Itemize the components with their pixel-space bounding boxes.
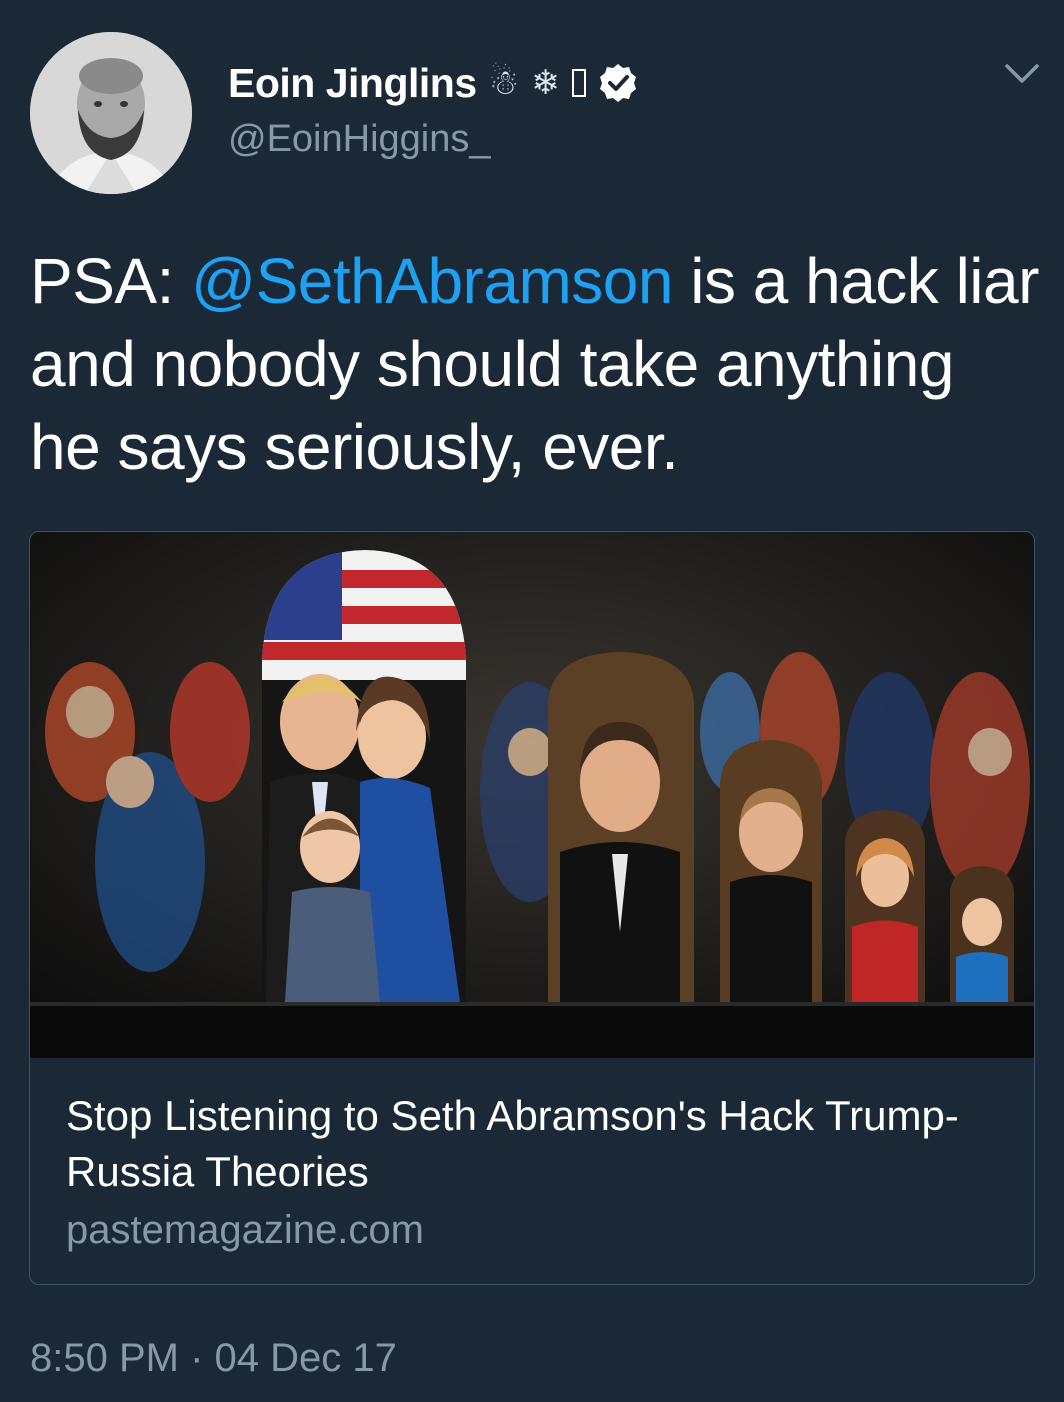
avatar[interactable] xyxy=(30,32,192,194)
user-handle[interactable]: @EoinHiggins_ xyxy=(228,118,491,161)
tweet-text: PSA: @SethAbramson is a hack liar and no… xyxy=(30,240,1040,489)
display-name[interactable]: Eoin Jinglins xyxy=(228,60,477,107)
card-title[interactable]: Stop Listening to Seth Abramson's Hack T… xyxy=(66,1088,996,1200)
card-image[interactable] xyxy=(30,532,1034,1058)
verified-badge-icon xyxy=(599,64,636,102)
timestamp[interactable]: 8:50 PM · 04 Dec 17 xyxy=(30,1336,397,1381)
name-row: Eoin Jinglins ☃ ❄ xyxy=(228,58,638,108)
card-domain: pastemagazine.com xyxy=(66,1208,424,1252)
timestamp-separator: · xyxy=(190,1336,204,1380)
chevron-down-icon[interactable] xyxy=(1004,62,1040,86)
mention-link[interactable]: @SethAbramson xyxy=(191,245,673,317)
link-card[interactable]: Stop Listening to Seth Abramson's Hack T… xyxy=(29,531,1035,1285)
missing-glyph-icon xyxy=(571,69,586,97)
tweet-text-prefix: PSA: xyxy=(30,245,192,317)
snowman-icon: ☃ xyxy=(488,64,520,102)
tweet: Eoin Jinglins ☃ ❄ @EoinHiggins_ PSA: @Se… xyxy=(0,0,1064,1402)
tweet-time: 8:50 PM xyxy=(30,1336,179,1380)
tweet-date: 04 Dec 17 xyxy=(214,1336,397,1380)
snowflake-icon: ❄ xyxy=(531,64,560,102)
